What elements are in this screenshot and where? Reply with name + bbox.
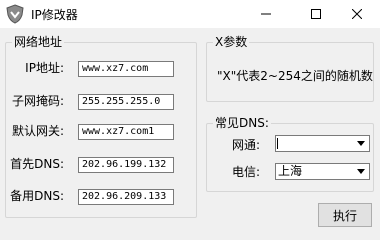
- netcom-dropdown[interactable]: [275, 135, 370, 152]
- x-param-group: X参数 "X"代表2~254之间的随机数: [206, 35, 374, 102]
- chevron-down-icon[interactable]: [353, 136, 369, 151]
- execute-button[interactable]: 执行: [318, 203, 372, 227]
- close-icon: [352, 9, 362, 19]
- maximize-button[interactable]: [293, 0, 339, 28]
- subnet-mask-label: 子网掩码:: [11, 94, 64, 108]
- subnet-mask-field[interactable]: 255.255.255.0: [78, 94, 174, 110]
- telecom-label: 电信:: [231, 165, 260, 179]
- primary-dns-field[interactable]: 202.96.199.132: [78, 157, 174, 173]
- telecom-dropdown[interactable]: 上海: [275, 163, 370, 180]
- minimize-button[interactable]: [243, 0, 289, 28]
- common-dns-group: 常见DNS:: [206, 116, 374, 192]
- minimize-icon: [261, 13, 271, 15]
- dns-group-legend: 常见DNS:: [213, 116, 271, 130]
- netcom-label: 网通:: [231, 138, 260, 152]
- title-bar: IP修改器: [0, 0, 380, 28]
- telecom-selected-value: 上海: [278, 164, 303, 178]
- x-param-note: "X"代表2~254之间的随机数: [217, 69, 373, 83]
- app-shield-icon: [5, 4, 25, 24]
- chevron-down-icon[interactable]: [353, 164, 369, 179]
- x-group-legend: X参数: [213, 35, 250, 49]
- primary-dns-label: 首先DNS:: [10, 157, 64, 171]
- window-title: IP修改器: [31, 8, 78, 22]
- ip-address-label: IP地址:: [25, 61, 64, 75]
- secondary-dns-field[interactable]: 202.96.209.133: [78, 189, 174, 205]
- default-gateway-label: 默认网关:: [11, 124, 64, 138]
- close-button[interactable]: [334, 0, 380, 28]
- default-gateway-field[interactable]: www.xz7.com1: [78, 124, 174, 140]
- secondary-dns-label: 备用DNS:: [10, 189, 64, 203]
- ip-address-field[interactable]: www.xz7.com: [78, 61, 174, 77]
- network-group-legend: 网络地址: [12, 35, 65, 49]
- text-caret: [277, 138, 278, 149]
- maximize-icon: [311, 9, 321, 19]
